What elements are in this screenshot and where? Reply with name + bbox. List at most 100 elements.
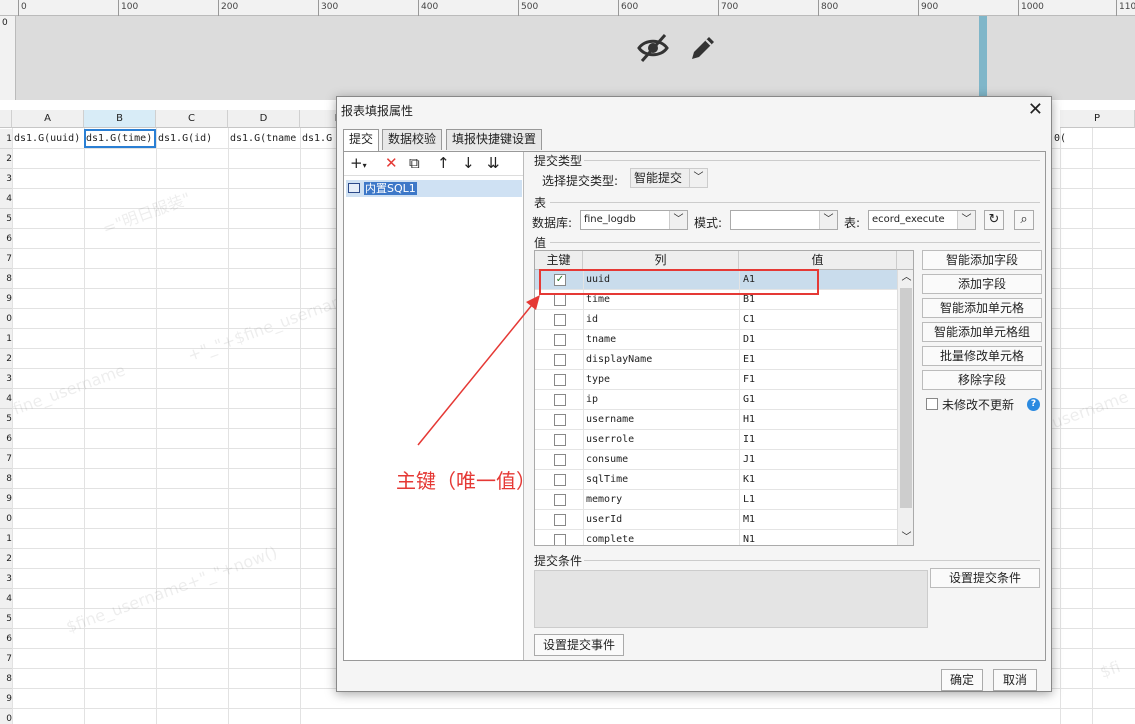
column-name[interactable]: complete — [586, 530, 634, 545]
primary-key-checkbox[interactable] — [554, 314, 566, 326]
cell-d1[interactable]: ds1.G(tname — [228, 129, 300, 148]
row-header[interactable]: 8 — [0, 469, 12, 489]
pencil-icon[interactable] — [686, 31, 720, 65]
table-row[interactable]: ip G1 — [535, 390, 897, 410]
cell-value[interactable]: H1 — [743, 410, 755, 430]
add-field-button[interactable]: 添加字段 — [922, 274, 1042, 294]
batch-modify-cells-button[interactable]: 批量修改单元格 — [922, 346, 1042, 366]
tab-submit[interactable]: 提交 — [343, 129, 380, 151]
column-name[interactable]: tname — [586, 330, 616, 350]
page-boundary-marker[interactable] — [979, 16, 987, 100]
cell-value[interactable]: C1 — [743, 310, 755, 330]
cell-value[interactable]: E1 — [743, 350, 755, 370]
cell-value[interactable]: J1 — [743, 450, 755, 470]
cell-value[interactable]: F1 — [743, 370, 755, 390]
primary-key-checkbox[interactable] — [554, 394, 566, 406]
smart-add-cell-group-button[interactable]: 智能添加单元格组 — [922, 322, 1042, 342]
table-row[interactable]: displayName E1 — [535, 350, 897, 370]
column-header-a[interactable]: A — [12, 110, 84, 128]
set-event-button[interactable]: 设置提交事件 — [534, 634, 624, 656]
set-condition-button[interactable]: 设置提交条件 — [930, 568, 1040, 588]
primary-key-checkbox[interactable] — [554, 354, 566, 366]
scrollbar-thumb[interactable] — [900, 288, 912, 508]
primary-key-checkbox[interactable] — [554, 434, 566, 446]
scroll-up-icon[interactable]: ︿ — [898, 270, 913, 286]
table-row[interactable]: consume J1 — [535, 450, 897, 470]
help-icon[interactable]: ? — [1027, 398, 1040, 411]
cell-value[interactable]: I1 — [743, 430, 755, 450]
row-header[interactable]: 2 — [0, 149, 12, 169]
corner-header[interactable] — [0, 110, 12, 128]
cell-value[interactable]: K1 — [743, 470, 755, 490]
cell-value[interactable]: L1 — [743, 490, 755, 510]
database-select[interactable]: fine_logdb ﹀ — [580, 210, 688, 230]
primary-key-checkbox[interactable] — [554, 294, 566, 306]
column-name[interactable]: consume — [586, 450, 628, 470]
row-header[interactable]: 4 — [0, 189, 12, 209]
row-header[interactable]: 7 — [0, 449, 12, 469]
primary-key-checkbox[interactable] — [554, 374, 566, 386]
column-name[interactable]: memory — [586, 490, 622, 510]
row-header[interactable]: 9 — [0, 289, 12, 309]
cell-value[interactable]: G1 — [743, 390, 755, 410]
primary-key-checkbox[interactable] — [554, 534, 566, 545]
tab-data-validation[interactable]: 数据校验 — [382, 129, 443, 150]
scroll-down-icon[interactable]: ﹀ — [898, 530, 913, 545]
table-row[interactable]: username H1 — [535, 410, 897, 430]
table-row[interactable]: userId M1 — [535, 510, 897, 530]
primary-key-checkbox[interactable] — [554, 454, 566, 466]
row-header[interactable]: 4 — [0, 389, 12, 409]
column-name[interactable]: userId — [586, 510, 622, 530]
sql-list-item[interactable]: 内置SQL1 — [346, 180, 522, 197]
row-header[interactable]: 9 — [0, 689, 12, 709]
column-header-b[interactable]: B — [84, 110, 156, 128]
row-header[interactable]: 2 — [0, 349, 12, 369]
schema-select[interactable]: ﹀ — [730, 210, 838, 230]
row-header[interactable]: 8 — [0, 269, 12, 289]
table-row[interactable]: complete N1 — [535, 530, 897, 545]
row-header[interactable]: 5 — [0, 409, 12, 429]
row-header[interactable]: 2 — [0, 549, 12, 569]
submit-type-select[interactable]: 智能提交 ﹀ — [630, 168, 708, 188]
move-up-icon[interactable]: ↑ — [437, 154, 450, 172]
column-header-d[interactable]: D — [228, 110, 300, 128]
column-header-p[interactable]: P — [1060, 110, 1135, 128]
copy-icon[interactable]: ⧉ — [409, 154, 420, 172]
cell-value[interactable]: N1 — [743, 530, 755, 545]
row-header[interactable]: 4 — [0, 589, 12, 609]
row-header[interactable]: 6 — [0, 629, 12, 649]
column-name[interactable]: sqlTime — [586, 470, 628, 490]
table-row[interactable]: id C1 — [535, 310, 897, 330]
no-update-checkbox[interactable] — [926, 398, 938, 410]
row-header[interactable]: 3 — [0, 369, 12, 389]
table-row[interactable]: sqlTime K1 — [535, 470, 897, 490]
pk-column-header[interactable]: 主键 — [535, 251, 583, 270]
row-header[interactable]: 1 — [0, 529, 12, 549]
table-scrollbar[interactable]: ︿ ﹀ — [897, 270, 913, 545]
table-select[interactable]: ecord_execute ﹀ — [868, 210, 976, 230]
row-header[interactable]: 0 — [0, 709, 12, 724]
preview-table-icon[interactable]: ⌕ — [1014, 210, 1034, 230]
column-name[interactable]: ip — [586, 390, 598, 410]
column-name[interactable]: userrole — [586, 430, 634, 450]
cell-e1[interactable]: ds1.G — [300, 129, 340, 148]
row-header[interactable]: 1 — [0, 329, 12, 349]
smart-add-field-button[interactable]: 智能添加字段 — [922, 250, 1042, 270]
row-header[interactable]: 3 — [0, 169, 12, 189]
value-column-header[interactable]: 值 — [739, 251, 897, 270]
column-name[interactable]: type — [586, 370, 610, 390]
row-header[interactable]: 5 — [0, 609, 12, 629]
row-header[interactable]: 1 — [0, 129, 12, 149]
row-header[interactable]: 6 — [0, 429, 12, 449]
tab-shortcut-settings[interactable]: 填报快捷键设置 — [446, 129, 543, 150]
ok-button[interactable]: 确定 — [941, 669, 983, 691]
eye-off-icon[interactable] — [636, 31, 670, 65]
close-icon[interactable]: ✕ — [1028, 99, 1043, 120]
remove-field-button[interactable]: 移除字段 — [922, 370, 1042, 390]
table-row[interactable]: type F1 — [535, 370, 897, 390]
row-header[interactable]: 6 — [0, 229, 12, 249]
move-down-icon[interactable]: ↓ — [462, 154, 475, 172]
delete-icon[interactable]: ✕ — [385, 154, 398, 172]
move-bottom-icon[interactable]: ⇊ — [487, 154, 500, 172]
cell-b1[interactable]: ds1.G(time) — [84, 129, 156, 148]
